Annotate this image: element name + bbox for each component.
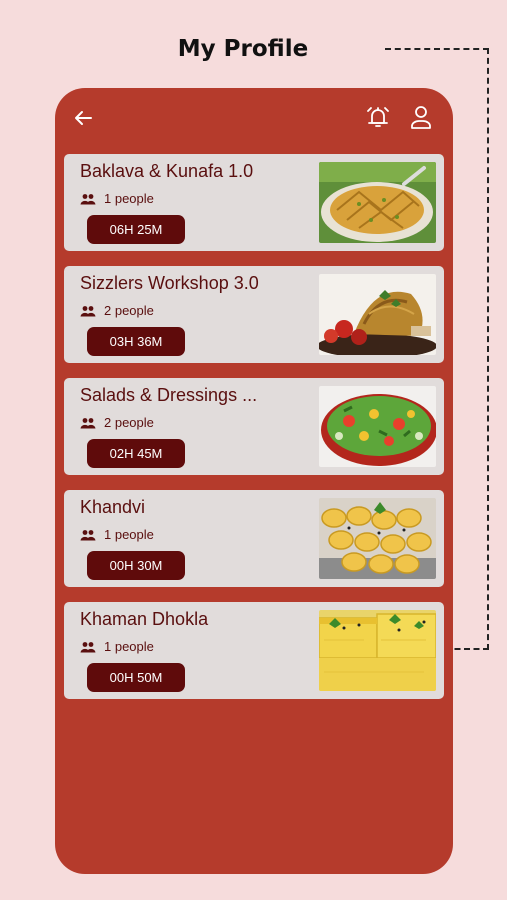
people-icon (80, 529, 96, 540)
alarm-button[interactable] (364, 103, 392, 131)
people-count: 2 people (80, 303, 154, 318)
workshop-list: Baklava & Kunafa 1.0 1 people 06H 25M Si… (64, 154, 444, 714)
people-count: 1 people (80, 527, 154, 542)
workshop-title: Khandvi (80, 497, 146, 517)
khandvi-image (319, 498, 436, 579)
time-badge[interactable]: 06H 25M (87, 215, 185, 244)
workshop-card[interactable]: Baklava & Kunafa 1.0 1 people 06H 25M (64, 154, 444, 251)
dashed-connector-right (487, 48, 489, 650)
people-text: 1 people (104, 527, 154, 542)
workshop-title: Sizzlers Workshop 3.0 (80, 273, 259, 293)
workshop-card[interactable]: Salads & Dressings ... 2 people 02H 45M (64, 378, 444, 475)
dashed-connector-top (385, 48, 489, 50)
dhokla-image (319, 610, 436, 691)
workshop-card[interactable]: Khandvi 1 people 00H 30M (64, 490, 444, 587)
user-icon (411, 106, 431, 129)
people-icon (80, 641, 96, 652)
page: My Profile Baklava & Kunafa 1.0 1 people… (0, 0, 507, 900)
alarm-bell-icon (367, 107, 389, 127)
workshop-card[interactable]: Sizzlers Workshop 3.0 2 people 03H 36M (64, 266, 444, 363)
sizzler-image (319, 274, 436, 355)
back-button[interactable] (71, 106, 95, 130)
people-count: 2 people (80, 415, 154, 430)
salad-image (319, 386, 436, 467)
people-icon (80, 305, 96, 316)
workshop-title: Khaman Dhokla (80, 609, 209, 629)
time-badge[interactable]: 00H 50M (87, 663, 185, 692)
people-icon (80, 193, 96, 204)
workshop-title: Salads & Dressings ... (80, 385, 258, 405)
phone-panel: Baklava & Kunafa 1.0 1 people 06H 25M Si… (55, 88, 453, 874)
people-text: 1 people (104, 191, 154, 206)
time-badge[interactable]: 02H 45M (87, 439, 185, 468)
people-count: 1 people (80, 191, 154, 206)
top-bar (55, 88, 453, 150)
people-text: 2 people (104, 303, 154, 318)
time-badge[interactable]: 03H 36M (87, 327, 185, 356)
profile-button[interactable] (407, 103, 435, 131)
baklava-image (319, 162, 436, 243)
time-badge[interactable]: 00H 30M (87, 551, 185, 580)
people-count: 1 people (80, 639, 154, 654)
arrow-left-icon (75, 111, 92, 125)
workshop-card[interactable]: Khaman Dhokla 1 people 00H 50M (64, 602, 444, 699)
people-text: 1 people (104, 639, 154, 654)
workshop-title: Baklava & Kunafa 1.0 (80, 161, 254, 181)
people-icon (80, 417, 96, 428)
people-text: 2 people (104, 415, 154, 430)
